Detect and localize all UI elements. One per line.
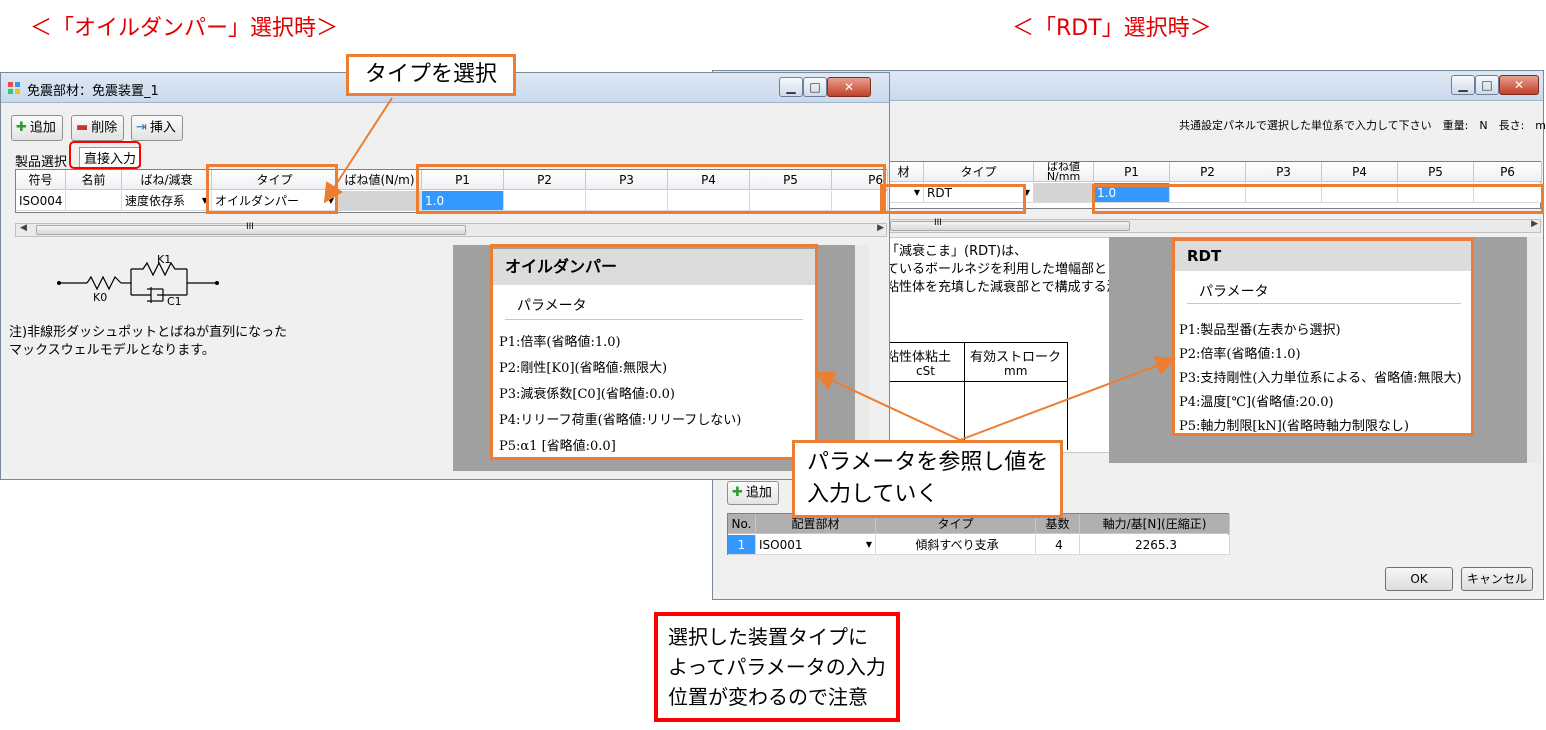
param-input-callout: パラメータを参照し値を 入力していく [792,440,1064,518]
caution-note: 選択した装置タイプに よってパラメータの入力 位置が変わるので注意 [654,612,900,722]
type-select-callout: タイプを選択 [346,54,517,96]
